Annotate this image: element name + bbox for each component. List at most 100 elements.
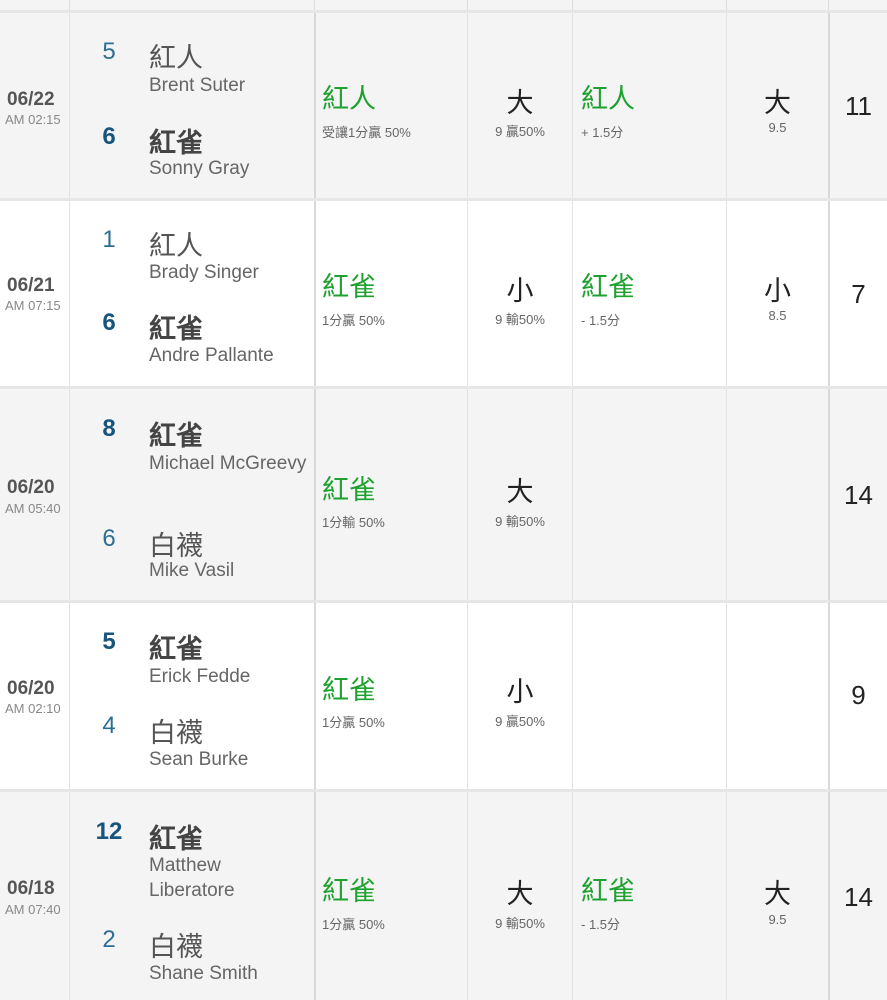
home-score: 6 xyxy=(102,123,116,150)
total-cell: 7 xyxy=(830,201,887,386)
over-under-pick: 小 xyxy=(506,276,534,306)
teams-cell: 8 紅雀 Michael McGreevy 6 白襪 Mike Vasil xyxy=(70,389,316,601)
game-time: AM 05:40 xyxy=(5,501,61,516)
away-pitcher: Matthew Liberatore xyxy=(149,855,235,901)
away-pitcher: Erick Fedde xyxy=(149,666,251,687)
home-score: 4 xyxy=(102,712,116,739)
result-pick: 紅雀 xyxy=(322,475,376,505)
date-cell: 06/22 AM 02:15 xyxy=(0,13,70,200)
over-under-2-cell xyxy=(727,389,830,601)
home-team: 白襪 xyxy=(149,718,203,748)
teams-cell: 12 紅雀 Matthew Liberatore 2 白襪 Shane Smit… xyxy=(70,792,316,1000)
run-line-cell: 紅雀 - 1.5分 xyxy=(573,792,727,1000)
over-under-2-pick: 大 xyxy=(764,88,791,118)
game-time: AM 07:40 xyxy=(5,902,61,917)
date-cell: 06/20 AM 05:40 xyxy=(0,389,70,601)
over-under-2-line: 9.5 xyxy=(768,120,787,135)
game-row[interactable]: 06/20 AM 05:40 8 紅雀 Michael McGreevy 6 白… xyxy=(0,386,887,601)
game-date: 06/18 xyxy=(7,878,55,899)
over-under-2-pick: 大 xyxy=(764,879,791,909)
away-pitcher: Brady Singer xyxy=(149,262,259,283)
home-team: 紅雀 xyxy=(149,314,203,344)
over-under-2-cell: 大 9.5 xyxy=(727,792,830,1000)
over-under-cell: 大 9 輸50% xyxy=(468,792,573,1000)
away-team: 紅雀 xyxy=(149,824,203,854)
result-note: 1分輸 50% xyxy=(322,515,385,530)
over-under-note: 9 輸50% xyxy=(495,312,545,327)
date-cell: 06/21 AM 07:15 xyxy=(0,201,70,386)
over-under-cell: 大 9 輸50% xyxy=(468,389,573,601)
result-cell: 紅雀 1分贏 50% xyxy=(316,792,468,1000)
game-row[interactable]: 06/21 AM 07:15 1 紅人 Brady Singer 6 紅雀 An… xyxy=(0,198,887,386)
away-score: 5 xyxy=(102,38,116,65)
total-cell: 11 xyxy=(830,13,887,200)
home-pitcher: Sean Burke xyxy=(149,749,249,770)
away-score: 5 xyxy=(102,628,116,655)
over-under-cell: 小 9 贏50% xyxy=(468,603,573,790)
game-time: AM 02:10 xyxy=(5,701,61,716)
over-under-pick: 大 xyxy=(506,477,534,507)
total-cell: 14 xyxy=(830,792,887,1000)
over-under-2-cell xyxy=(727,603,830,790)
result-pick: 紅雀 xyxy=(322,272,376,302)
result-cell: 紅雀 1分贏 50% xyxy=(316,603,468,790)
result-note: 1分贏 50% xyxy=(322,715,385,730)
home-score: 6 xyxy=(102,525,116,552)
away-team: 紅雀 xyxy=(149,634,203,664)
over-under-pick: 大 xyxy=(506,879,534,909)
away-pitcher: Brent Suter xyxy=(149,75,246,96)
teams-cell: 5 紅人 Brent Suter 6 紅雀 Sonny Gray xyxy=(70,13,316,200)
run-line-note: - 1.5分 xyxy=(581,917,621,932)
over-under-note: 9 贏50% xyxy=(495,124,545,139)
run-line-pick: 紅人 xyxy=(581,84,635,114)
game-row[interactable]: 06/18 AM 07:40 12 紅雀 Matthew Liberatore … xyxy=(0,789,887,1000)
over-under-pick: 大 xyxy=(506,88,534,118)
home-pitcher: Mike Vasil xyxy=(149,560,235,581)
home-pitcher: Sonny Gray xyxy=(149,158,250,179)
result-cell: 紅雀 1分輸 50% xyxy=(316,389,468,601)
away-score: 12 xyxy=(95,818,123,845)
over-under-2-line: 8.5 xyxy=(768,308,787,323)
away-team: 紅人 xyxy=(149,43,203,73)
run-line-note: + 1.5分 xyxy=(581,125,624,140)
result-cell: 紅雀 1分贏 50% xyxy=(316,201,468,386)
result-cell: 紅人 受讓1分贏 50% xyxy=(316,13,468,200)
home-score: 6 xyxy=(102,309,116,336)
home-score: 2 xyxy=(102,926,116,953)
run-line-cell xyxy=(573,389,727,601)
run-line-pick: 紅雀 xyxy=(581,272,635,302)
result-pick: 紅雀 xyxy=(322,675,376,705)
home-team: 白襪 xyxy=(149,932,203,962)
home-pitcher: Shane Smith xyxy=(149,963,258,984)
run-line-cell: 紅人 + 1.5分 xyxy=(573,13,727,200)
total-runs: 11 xyxy=(845,91,872,121)
run-line-pick: 紅雀 xyxy=(581,876,635,906)
game-row[interactable]: 06/20 AM 02:10 5 紅雀 Erick Fedde 4 白襪 Sea… xyxy=(0,600,887,790)
previous-row-edge xyxy=(0,0,887,10)
away-score: 1 xyxy=(102,226,116,253)
away-score: 8 xyxy=(102,415,116,442)
date-cell: 06/20 AM 02:10 xyxy=(0,603,70,790)
game-date: 06/21 xyxy=(7,275,55,296)
total-runs: 14 xyxy=(844,882,873,912)
game-row[interactable]: 06/22 AM 02:15 5 紅人 Brent Suter 6 紅雀 Son… xyxy=(0,10,887,200)
result-note: 1分贏 50% xyxy=(322,313,385,328)
over-under-pick: 小 xyxy=(506,677,534,707)
away-team: 紅人 xyxy=(149,231,203,261)
game-time: AM 07:15 xyxy=(5,298,61,313)
home-pitcher: Andre Pallante xyxy=(149,345,274,366)
away-team: 紅雀 xyxy=(149,421,203,451)
result-note: 1分贏 50% xyxy=(322,917,385,932)
total-cell: 14 xyxy=(830,389,887,601)
result-note: 受讓1分贏 50% xyxy=(322,125,411,140)
teams-cell: 5 紅雀 Erick Fedde 4 白襪 Sean Burke xyxy=(70,603,316,790)
over-under-2-cell: 大 9.5 xyxy=(727,13,830,200)
home-team: 紅雀 xyxy=(149,128,203,158)
over-under-note: 9 輸50% xyxy=(495,916,545,931)
over-under-cell: 大 9 贏50% xyxy=(468,13,573,200)
total-runs: 9 xyxy=(851,680,866,710)
over-under-2-pick: 小 xyxy=(764,276,791,306)
teams-cell: 1 紅人 Brady Singer 6 紅雀 Andre Pallante xyxy=(70,201,316,386)
game-date: 06/22 xyxy=(7,89,55,110)
over-under-2-line: 9.5 xyxy=(768,912,787,927)
